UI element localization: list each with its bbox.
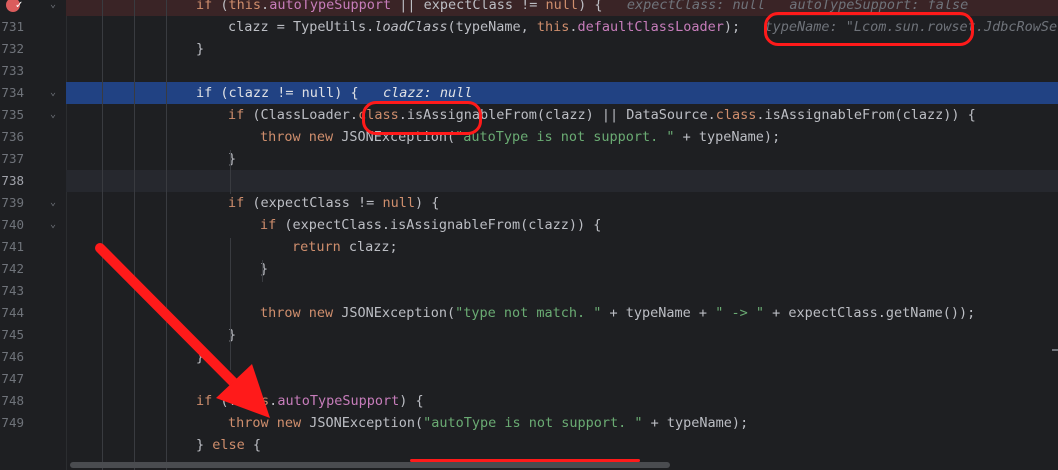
scroll-marker [1052,349,1058,351]
annotation-arrow [95,243,270,418]
horizontal-scrollbar[interactable] [70,462,670,468]
